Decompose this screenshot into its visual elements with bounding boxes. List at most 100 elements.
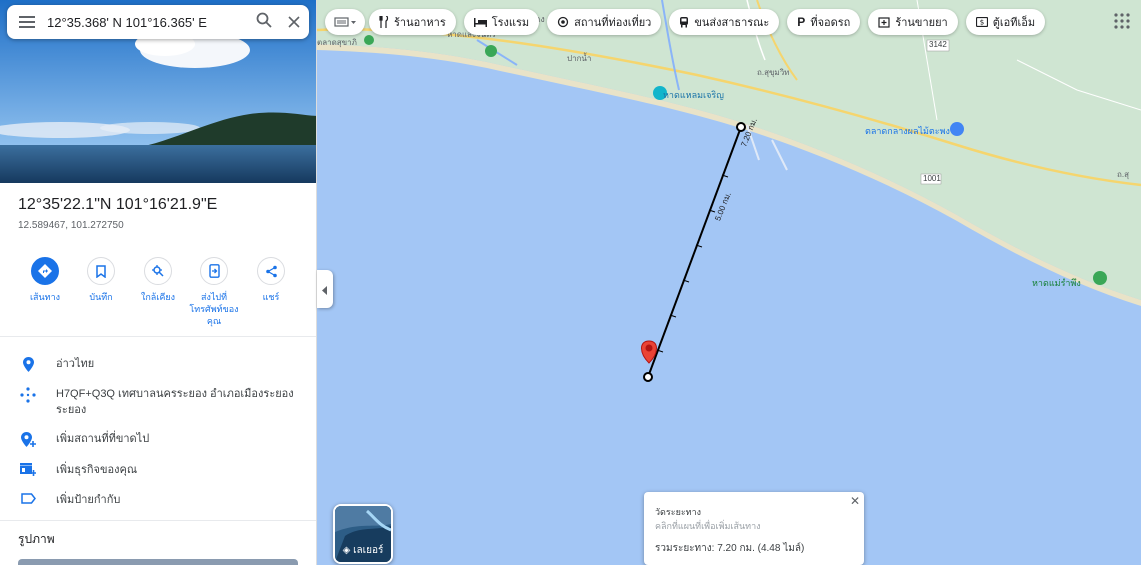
chip-atm[interactable]: $ ตู้เอทีเอ็ม (965, 9, 1046, 35)
chip-label: ขนส่งสาธารณะ (694, 17, 770, 29)
plus-code-text: H7QF+Q3Q เทศบาลนครระยอง อำเภอเมืองระยอง … (56, 388, 294, 416)
map-base (317, 0, 1141, 382)
close-measure-button[interactable]: ✕ (850, 494, 860, 508)
save-button[interactable]: บันทึก (73, 253, 129, 303)
info-row-add-place[interactable]: เพิ่มสถานที่ที่ขาดไป (0, 431, 316, 447)
measure-total: รวมระยะทาง: 7.20 กม. (4.48 ไมล์) (655, 543, 805, 554)
measure-hint: คลิกที่แผนที่เพื่อเพิ่มเส้นทาง (655, 521, 761, 531)
layers-button[interactable]: ◈ เลเยอร์ (333, 504, 393, 564)
resort-marker (1093, 271, 1107, 285)
info-row-area[interactable]: อ่าวไทย (0, 356, 316, 372)
place-title: 12°35'22.1"N 101°16'21.9"E (18, 196, 218, 213)
chevron-left-icon (322, 280, 328, 299)
plus-code-icon (0, 386, 56, 403)
restaurant-icon (379, 16, 389, 28)
add-business-text: เพิ่มธุรกิจของคุณ (56, 464, 138, 476)
divider (0, 520, 316, 521)
atm-icon: $ (975, 17, 988, 27)
menu-button[interactable] (7, 5, 47, 39)
chip-label: ร้านอาหาร (394, 17, 446, 29)
measure-distance-card: วัดระยะทาง คลิกที่แผนที่เพื่อเพิ่มเส้นทา… (644, 492, 864, 565)
measure-title: วัดระยะทาง (655, 507, 702, 517)
park-marker-2 (364, 35, 374, 45)
chip-pharmacy[interactable]: ร้านขายยา (868, 9, 958, 35)
keyboard-icon (334, 13, 356, 32)
directions-button[interactable]: เส้นทาง (17, 253, 73, 303)
location-pin-icon (0, 356, 56, 372)
photos-section-title: รูปภาพ (18, 532, 55, 546)
road-1001-label: 1001 (923, 174, 941, 183)
apps-grid-icon[interactable] (1113, 12, 1131, 30)
park-label: ตลาดสุขาภิ (317, 38, 357, 47)
send-to-phone-icon (200, 257, 228, 285)
search-button[interactable] (249, 5, 279, 39)
action-label: ส่งไปที่โทรศัพท์ของคุณ (189, 292, 239, 326)
add-business-icon (0, 462, 56, 476)
chip-transit[interactable]: ขนส่งสาธารณะ (669, 9, 780, 35)
share-icon (257, 257, 285, 285)
layers-label: เลเยอร์ (353, 545, 384, 556)
chip-parking[interactable]: P ที่จอดรถ (787, 9, 861, 35)
nearby-icon (144, 257, 172, 285)
land-area (317, 0, 1141, 300)
action-label: แชร์ (262, 292, 280, 302)
measure-line (647, 126, 742, 378)
measure-end-point (643, 372, 653, 382)
close-icon (288, 13, 300, 32)
action-buttons: เส้นทาง บันทึก ใกล้เคียง ส่งไปที่โทรศัพท… (0, 253, 316, 333)
divider (0, 336, 316, 337)
info-row-add-label[interactable]: เพิ่มป้ายกำกับ (0, 492, 316, 508)
action-label: บันทึก (89, 292, 113, 302)
chip-label: ร้านขายยา (895, 17, 948, 29)
soi-label: ปากน้ำ (567, 54, 592, 63)
send-to-phone-button[interactable]: ส่งไปที่โทรศัพท์ของคุณ (186, 253, 242, 327)
map-canvas[interactable]: หาดแหลมเจริญ ตลาดกลางผลไม้ตะพง หาดแม่รำพ… (317, 0, 1141, 565)
collapse-panel-button[interactable] (317, 270, 333, 308)
road-sukhumvit-label: ถ.สุขุมวิท (757, 68, 790, 77)
road-3142-label: 3142 (929, 40, 947, 49)
chip-label: สถานที่ท่องเที่ยว (574, 17, 652, 29)
add-label-text: เพิ่มป้ายกำกับ (56, 494, 121, 506)
action-label: เส้นทาง (29, 292, 61, 302)
nearby-button[interactable]: ใกล้เคียง (130, 253, 186, 303)
bookmark-icon (87, 257, 115, 285)
chip-restaurant[interactable]: ร้านอาหาร (369, 9, 456, 35)
photo-thumbnail[interactable] (18, 559, 298, 565)
chip-label: โรงแรม (491, 17, 530, 29)
road-su-label: ถ.สุ (1117, 170, 1129, 179)
transit-icon (679, 16, 689, 28)
pharmacy-icon (878, 16, 890, 28)
label-icon (0, 492, 56, 504)
add-location-icon (0, 431, 56, 447)
market-marker (950, 122, 964, 136)
info-row-add-business[interactable]: เพิ่มธุรกิจของคุณ (0, 462, 316, 478)
chip-hotel[interactable]: โรงแรม (463, 9, 540, 35)
close-icon: ✕ (849, 494, 860, 508)
market-label[interactable]: ตลาดกลางผลไม้ตะพง (865, 124, 950, 138)
layers-icon: ◈ (342, 545, 351, 556)
chip-label: ที่จอดรถ (810, 17, 851, 29)
beach-label[interactable]: หาดแหลมเจริญ (663, 88, 724, 102)
park-marker (485, 45, 497, 57)
parking-icon: P (797, 15, 806, 29)
resort-label[interactable]: หาดแม่รำพึง (1032, 276, 1081, 290)
hamburger-icon (19, 13, 35, 32)
svg-text:$: $ (979, 19, 983, 27)
chip-attractions[interactable]: สถานที่ท่องเที่ยว (547, 9, 662, 35)
share-button[interactable]: แชร์ (243, 253, 299, 303)
category-chip-bar: ร้านอาหาร โรงแรม สถานที่ท่องเที่ยว ขนส่ง… (325, 9, 1053, 35)
info-row-plus-code[interactable]: H7QF+Q3Q เทศบาลนครระยอง อำเภอเมืองระยอง … (0, 386, 316, 418)
search-icon (256, 12, 272, 32)
add-place-text: เพิ่มสถานที่ที่ขาดไป (56, 433, 150, 445)
place-decimal-coords: 12.589467, 101.272750 (18, 220, 124, 231)
search-input[interactable] (47, 7, 249, 37)
hotel-icon (473, 17, 487, 27)
search-box (7, 5, 309, 39)
keyboard-button[interactable] (325, 9, 365, 35)
chip-label: ตู้เอทีเอ็ม (992, 17, 1036, 29)
clear-search-button[interactable] (279, 5, 309, 39)
area-name: อ่าวไทย (56, 358, 95, 370)
action-label: ใกล้เคียง (140, 292, 176, 302)
directions-icon (31, 257, 59, 285)
side-panel: 12°35'22.1"N 101°16'21.9"E 12.589467, 10… (0, 0, 317, 565)
